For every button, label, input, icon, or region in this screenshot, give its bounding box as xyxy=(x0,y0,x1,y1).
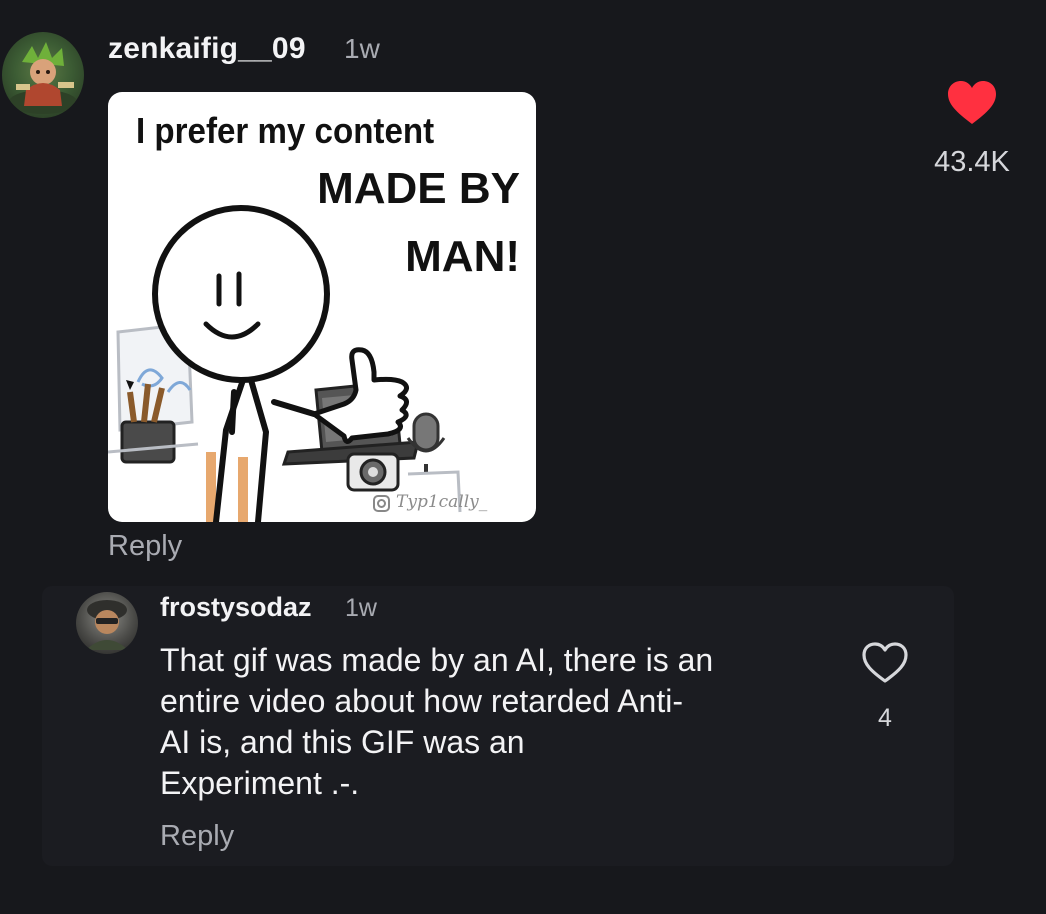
heart-filled-icon[interactable] xyxy=(946,80,998,126)
comment-timestamp: 1w xyxy=(345,594,377,622)
comment-username[interactable]: zenkaifig__09 xyxy=(108,32,306,66)
comment-text-line: entire video about how retarded Anti- xyxy=(160,683,683,719)
comment-text-line: AI is, and this GIF was an xyxy=(160,724,525,760)
meme-caption-line3: MAN! xyxy=(405,232,520,281)
meme-image[interactable]: I prefer my content MADE BY MAN! Typ1cal… xyxy=(108,92,536,522)
reply-button[interactable]: Reply xyxy=(160,820,234,853)
comment-username[interactable]: frostysodaz xyxy=(160,592,312,623)
avatar[interactable] xyxy=(2,32,84,118)
meme-caption-line1: I prefer my content xyxy=(136,110,435,151)
reply-button[interactable]: Reply xyxy=(108,530,182,563)
meme-caption-line2: MADE BY xyxy=(317,164,520,213)
comment-text-line: That gif was made by an AI, there is an xyxy=(160,642,714,678)
stick-figure-drawing xyxy=(108,205,462,522)
avatar[interactable] xyxy=(76,592,138,654)
heart-outline-icon[interactable] xyxy=(861,642,909,684)
like-count: 4 xyxy=(878,704,892,732)
comment-timestamp: 1w xyxy=(344,33,380,64)
comment-text: That gif was made by an AI, there is an … xyxy=(160,640,820,804)
comment-text-line: Experiment .-. xyxy=(160,765,360,801)
like-count: 43.4K xyxy=(934,146,1010,178)
meme-watermark: Typ1cally_ xyxy=(396,492,488,512)
comment-thread: zenkaifig__09 1w I prefer my content MAD… xyxy=(0,0,1046,914)
